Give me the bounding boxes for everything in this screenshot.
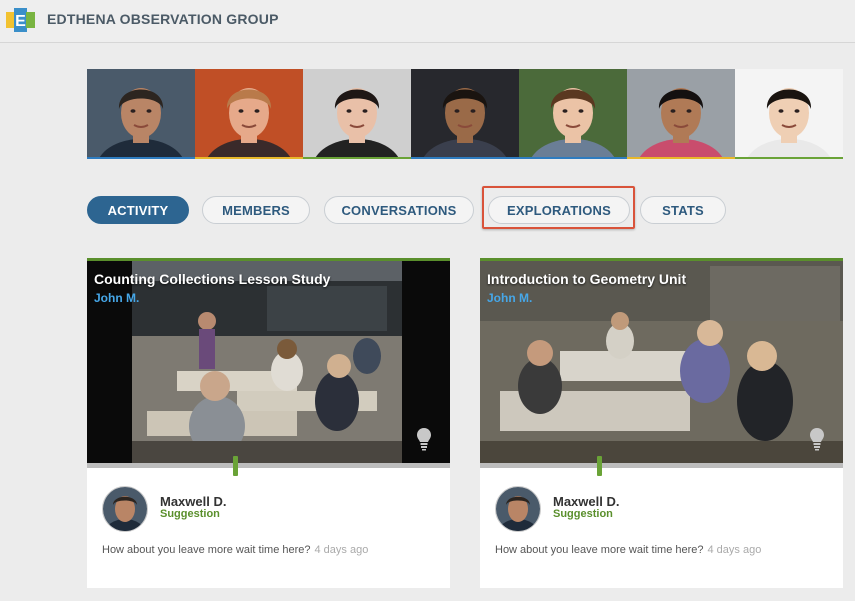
classroom-scene — [480, 261, 843, 463]
comment-type-label: Suggestion — [160, 508, 220, 520]
member-status-bar — [627, 157, 735, 159]
member-avatar[interactable] — [627, 69, 735, 159]
member-status-bar — [519, 157, 627, 159]
lightbulb-icon[interactable] — [416, 427, 432, 451]
comment-type-label: Suggestion — [553, 508, 613, 520]
group-title[interactable]: EDTHENA OBSERVATION GROUP — [47, 11, 279, 27]
video-thumbnail[interactable]: Counting Collections Lesson Study John M… — [87, 258, 450, 463]
tab-activity[interactable]: ACTIVITY — [87, 196, 189, 224]
member-avatar[interactable] — [735, 69, 843, 159]
member-status-bar — [303, 157, 411, 159]
classroom-scene — [87, 261, 450, 463]
member-status-bar — [735, 157, 843, 159]
video-timeline[interactable] — [87, 463, 450, 468]
video-timeline[interactable] — [480, 463, 843, 468]
commenter-name[interactable]: Maxwell D. — [553, 494, 619, 509]
comment-text: How about you leave more wait time here?… — [495, 544, 761, 556]
comment-marker[interactable] — [233, 456, 238, 476]
tab-stats[interactable]: STATS — [640, 196, 726, 224]
activity-card: Introduction to Geometry Unit John M. Ma… — [480, 258, 843, 588]
comment-text: How about you leave more wait time here?… — [102, 544, 368, 556]
tab-conversations[interactable]: CONVERSATIONS — [324, 196, 474, 224]
video-title[interactable]: Counting Collections Lesson Study — [94, 271, 330, 287]
member-avatar[interactable] — [87, 69, 195, 159]
member-avatar[interactable] — [411, 69, 519, 159]
comment-body: How about you leave more wait time here? — [495, 544, 704, 556]
lightbulb-icon[interactable] — [809, 427, 825, 451]
member-status-bar — [195, 157, 303, 159]
comment-timestamp: 4 days ago — [707, 544, 762, 556]
commenter-name[interactable]: Maxwell D. — [160, 494, 226, 509]
comment-body: How about you leave more wait time here? — [102, 544, 311, 556]
member-status-bar — [87, 157, 195, 159]
member-status-bar — [411, 157, 519, 159]
tab-explorations[interactable]: EXPLORATIONS — [488, 196, 630, 224]
avatar[interactable] — [495, 486, 541, 532]
member-avatar[interactable] — [195, 69, 303, 159]
member-avatar[interactable] — [303, 69, 411, 159]
comment-timestamp: 4 days ago — [314, 544, 369, 556]
activity-card: Counting Collections Lesson Study John M… — [87, 258, 450, 588]
app-header: E EDTHENA OBSERVATION GROUP — [0, 0, 855, 43]
member-avatar[interactable] — [519, 69, 627, 159]
avatar[interactable] — [102, 486, 148, 532]
members-strip — [87, 69, 843, 159]
tab-members[interactable]: MEMBERS — [202, 196, 310, 224]
video-title[interactable]: Introduction to Geometry Unit — [487, 271, 686, 287]
video-author[interactable]: John M. — [487, 291, 532, 305]
edthena-logo-icon[interactable]: E — [6, 8, 36, 32]
comment-marker[interactable] — [597, 456, 602, 476]
svg-text:E: E — [15, 13, 26, 30]
video-author[interactable]: John M. — [94, 291, 139, 305]
video-thumbnail[interactable]: Introduction to Geometry Unit John M. — [480, 258, 843, 463]
